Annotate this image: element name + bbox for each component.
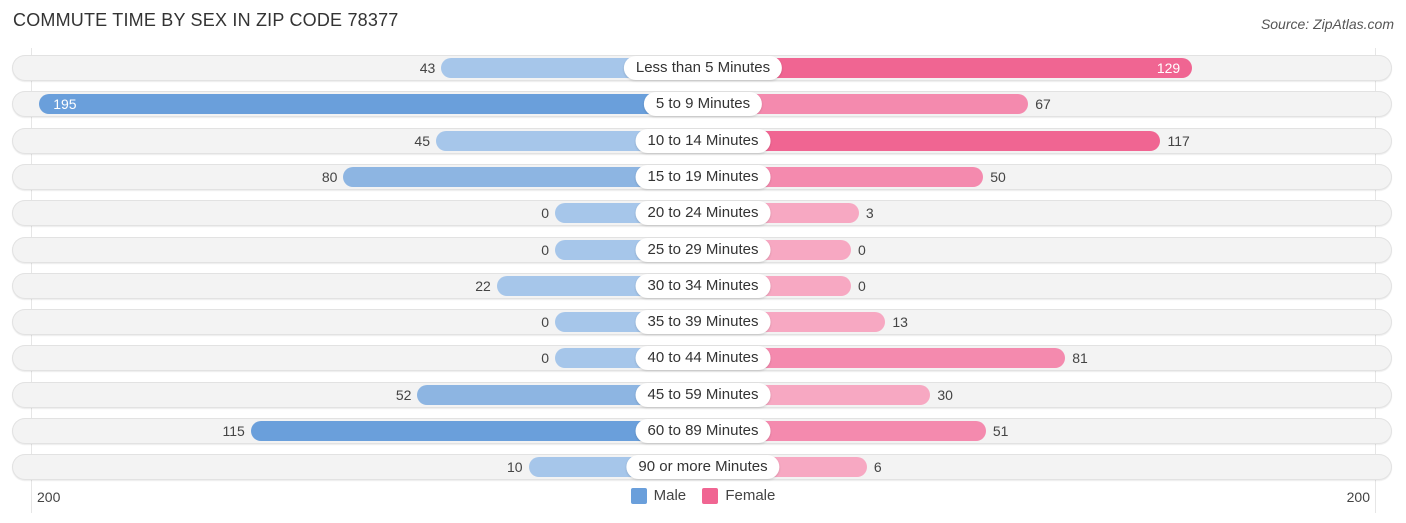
value-label-female: 81 (1072, 350, 1088, 367)
legend-label-female: Female (725, 487, 776, 504)
value-label-female: 6 (873, 459, 882, 476)
value-label-female: 67 (1035, 96, 1051, 113)
legend-item-male[interactable]: Male (630, 487, 687, 504)
bar-male[interactable] (39, 94, 703, 115)
legend-swatch-male (630, 487, 647, 504)
value-label-male: 45 (414, 132, 430, 149)
value-label-female: 0 (858, 241, 866, 258)
value-label-female: 51 (992, 423, 1009, 439)
value-label-male: 80 (321, 168, 338, 185)
category-label: 90 or more Minutes (626, 455, 780, 480)
legend: Male Female (0, 487, 1406, 508)
value-label-male: 0 (541, 350, 549, 367)
bar-female[interactable] (703, 130, 1161, 151)
value-label-female: 13 (892, 314, 908, 331)
legend-item-female[interactable]: Female (702, 487, 775, 504)
category-label: 40 to 44 Minutes (635, 346, 771, 371)
value-label-female: 129 (1156, 60, 1181, 76)
value-label-male: 195 (53, 96, 77, 113)
category-label: 60 to 89 Minutes (635, 419, 771, 443)
value-label-male: 115 (222, 423, 245, 439)
chart-area: 43 129 Less than 5 Minutes 195 67 5 to 9 Minu… (0, 0, 1406, 523)
value-label-male: 43 (419, 60, 436, 76)
category-label: Less than 5 Minutes (623, 56, 783, 80)
value-label-male: 52 (395, 386, 412, 403)
category-label: 45 to 59 Minutes (635, 382, 771, 407)
value-label-female: 50 (990, 168, 1006, 185)
value-label-male: 0 (541, 205, 549, 222)
value-label-female: 117 (1167, 132, 1190, 149)
category-label: 35 to 39 Minutes (635, 310, 771, 335)
value-label-female: 3 (865, 205, 874, 222)
legend-swatch-female (702, 487, 719, 504)
category-label: 25 to 29 Minutes (635, 237, 771, 262)
value-label-male: 0 (541, 314, 549, 331)
legend-label-male: Male (653, 487, 687, 504)
value-label-male: 10 (506, 459, 523, 476)
value-label-male: 0 (541, 241, 549, 258)
category-label: 5 to 9 Minutes (643, 92, 763, 117)
category-label: 10 to 14 Minutes (635, 128, 771, 153)
value-label-female: 30 (937, 386, 953, 403)
value-label-female: 0 (858, 277, 866, 294)
category-label: 30 to 34 Minutes (635, 273, 771, 298)
category-label: 20 to 24 Minutes (635, 201, 771, 226)
value-label-male: 22 (475, 277, 491, 294)
category-label: 15 to 19 Minutes (635, 164, 771, 189)
